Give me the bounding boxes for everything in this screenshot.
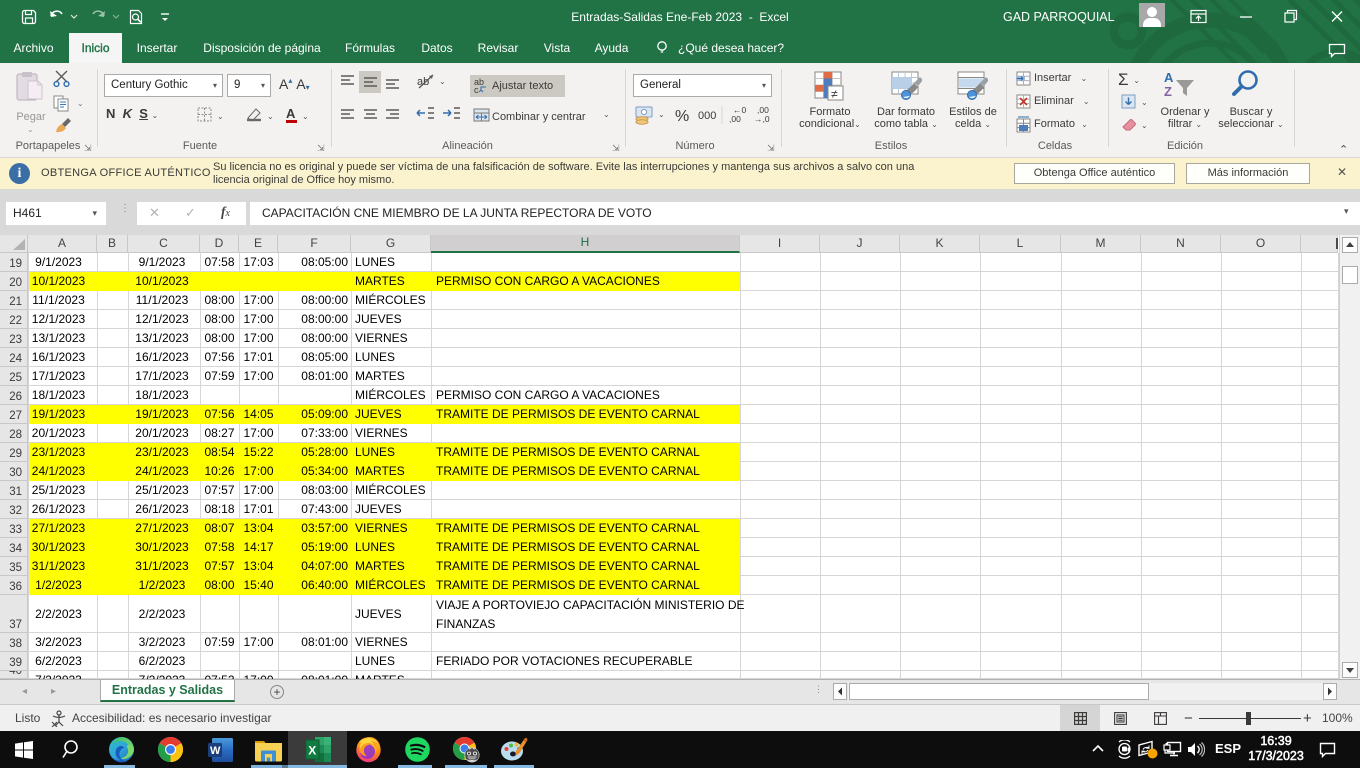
svg-text:⌄: ⌄ (267, 112, 274, 121)
svg-text:c: c (474, 85, 479, 95)
svg-text:⌄: ⌄ (217, 112, 224, 121)
svg-text:W: W (210, 745, 221, 757)
svg-text:⌄: ⌄ (302, 112, 309, 121)
svg-text:000: 000 (698, 110, 716, 122)
svg-text:⌄: ⌄ (439, 77, 446, 86)
svg-text:⌄: ⌄ (1141, 121, 1148, 130)
svg-text:,00: ,00 (729, 114, 741, 124)
svg-text:Z: Z (1164, 84, 1172, 98)
svg-text:→,0: →,0 (754, 114, 770, 124)
svg-text:A: A (1164, 70, 1174, 85)
svg-text:≠: ≠ (831, 87, 838, 101)
svg-text:A: A (286, 106, 296, 121)
svg-text:%: % (675, 108, 689, 125)
svg-text:X: X (308, 744, 316, 758)
svg-text:⌄: ⌄ (1141, 98, 1148, 107)
svg-text:ab: ab (417, 76, 429, 88)
svg-text:⌄: ⌄ (658, 110, 665, 119)
